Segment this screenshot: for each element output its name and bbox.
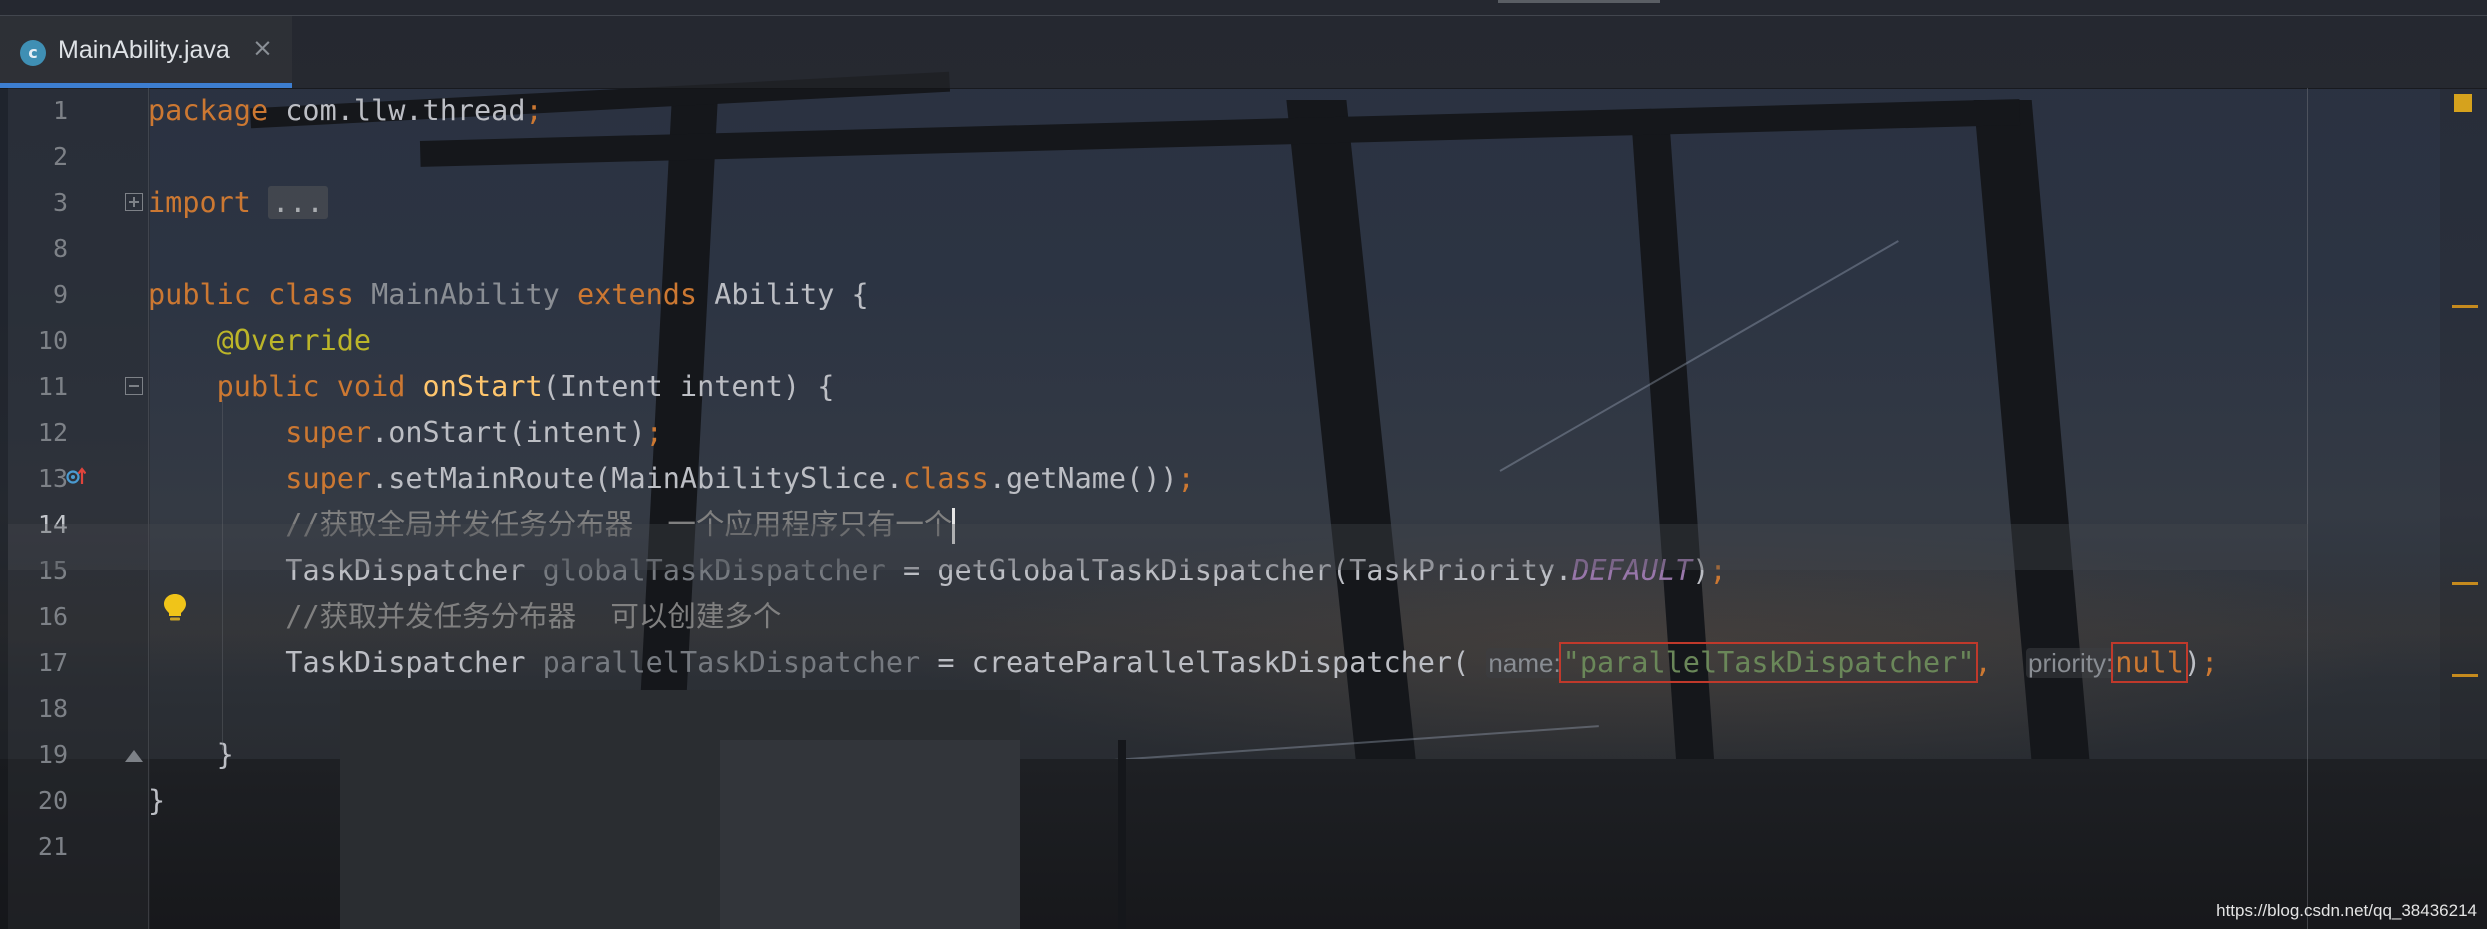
horizontal-scrollbar-thumb[interactable] bbox=[1498, 0, 1660, 3]
line-number: 8 bbox=[52, 234, 68, 263]
tab-title: MainAbility.java bbox=[58, 36, 230, 64]
line-number: 3 bbox=[52, 188, 68, 217]
code-line-10: @Override bbox=[216, 324, 372, 357]
warning-stripe-mark[interactable] bbox=[2452, 305, 2478, 308]
collapse-fold-icon[interactable] bbox=[125, 377, 143, 395]
line-number: 19 bbox=[37, 740, 68, 769]
indent-guide bbox=[222, 400, 223, 750]
analysis-status-icon[interactable] bbox=[2454, 94, 2472, 112]
watermark-url: https://blog.csdn.net/qq_38436214 bbox=[2216, 901, 2477, 920]
lightbulb-intention-icon[interactable] bbox=[162, 592, 188, 624]
code-line-19: } bbox=[216, 738, 234, 771]
line-number: 13 bbox=[37, 464, 68, 493]
line-number: 18 bbox=[37, 694, 68, 723]
code-line-9: public class MainAbility extends Ability… bbox=[148, 278, 869, 311]
current-line-highlight bbox=[8, 524, 2308, 570]
line-number: 12 bbox=[37, 418, 68, 447]
close-icon[interactable]: × bbox=[252, 33, 273, 62]
line-number: 9 bbox=[52, 280, 68, 309]
code-line-20: } bbox=[148, 784, 166, 817]
line-number: 16 bbox=[37, 602, 68, 631]
highlighted-null-argument: null bbox=[2111, 642, 2188, 683]
line-number: 1 bbox=[52, 96, 68, 125]
code-line-12: super.onStart(intent); bbox=[285, 416, 663, 449]
line-number: 11 bbox=[37, 372, 68, 401]
code-line-13: super.setMainRoute(MainAbilitySlice.clas… bbox=[285, 462, 1195, 495]
warning-stripe-mark[interactable] bbox=[2452, 674, 2478, 677]
line-number: 10 bbox=[37, 326, 68, 355]
code-line-16: //获取并发任务分布器 可以创建多个 bbox=[285, 600, 782, 633]
code-line-17: TaskDispatcher parallelTaskDispatcher = … bbox=[285, 642, 2219, 683]
override-method-icon[interactable] bbox=[66, 466, 86, 486]
editor-tab-bar: c MainAbility.java × bbox=[0, 0, 2487, 89]
code-line-1: package com.llw.thread; bbox=[148, 94, 543, 127]
line-number: 2 bbox=[52, 142, 68, 171]
warning-stripe-mark[interactable] bbox=[2452, 582, 2478, 585]
parameter-hint-name: name: bbox=[1486, 648, 1563, 678]
code-editor[interactable]: 1 2 3 8 9 10 11 12 13 14 15 16 17 18 19 … bbox=[0, 88, 2487, 929]
folded-imports[interactable]: ... bbox=[268, 186, 328, 219]
code-line-3: import ... bbox=[148, 180, 328, 226]
highlighted-string-argument: "parallelTaskDispatcher" bbox=[1558, 642, 1979, 683]
parameter-hint-priority: priority: bbox=[2025, 648, 2116, 678]
tab-mainability-java[interactable]: c MainAbility.java × bbox=[0, 16, 292, 88]
code-line-11: public void onStart(Intent intent) { bbox=[216, 370, 835, 403]
java-class-icon: c bbox=[20, 40, 46, 66]
fold-end-icon[interactable] bbox=[125, 750, 143, 768]
expand-fold-icon[interactable] bbox=[125, 193, 143, 211]
line-number: 20 bbox=[37, 786, 68, 815]
line-number: 21 bbox=[37, 832, 68, 861]
line-number: 17 bbox=[37, 648, 68, 677]
